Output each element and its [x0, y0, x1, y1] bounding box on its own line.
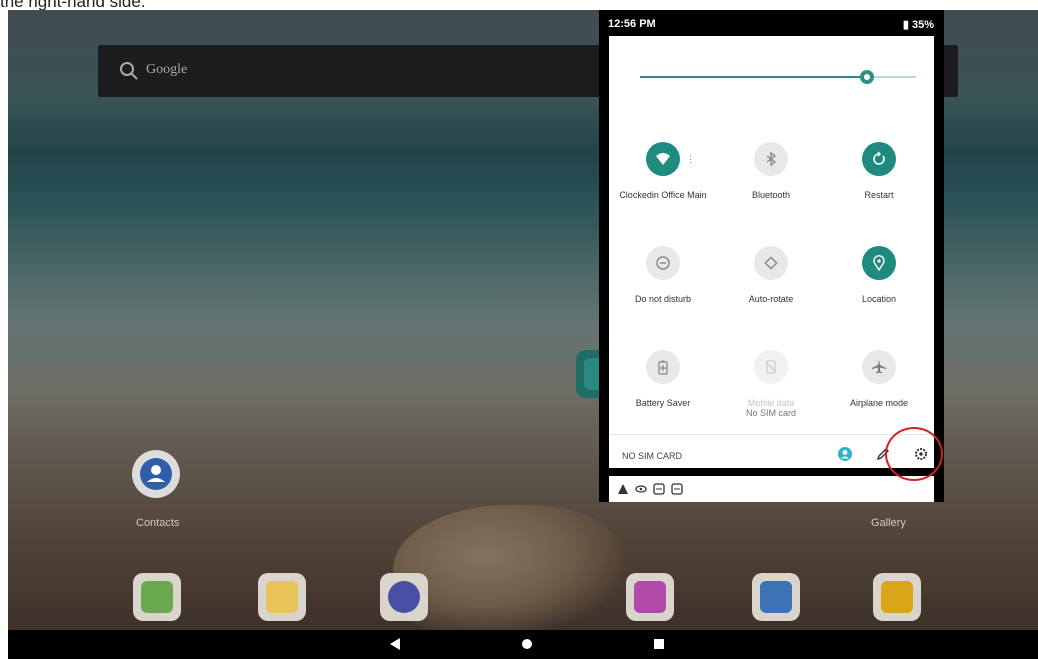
- footer-divider: [609, 434, 934, 435]
- app-icon-photos[interactable]: [752, 573, 800, 621]
- status-time: 12:56 PM: [608, 18, 656, 30]
- app-icon-email[interactable]: [258, 573, 306, 621]
- quick-settings-shade: 12:56 PM ▮ 35% ⋮ Clockedin Office Main B…: [599, 10, 944, 502]
- eye-icon: [635, 485, 647, 493]
- quick-settings-panel: ⋮ Clockedin Office Main Bluetooth Restar…: [609, 36, 934, 468]
- user-account-icon[interactable]: [837, 446, 853, 462]
- tile-mobile-data[interactable]: Mobile data No SIM card: [717, 350, 825, 460]
- tile-restart[interactable]: Restart: [825, 142, 933, 252]
- tile-location-label: Location: [861, 294, 897, 304]
- notification-app-icon: [653, 483, 665, 495]
- status-battery: ▮ 35%: [903, 18, 934, 31]
- tile-airplane-label: Airplane mode: [849, 398, 909, 408]
- tile-auto-rotate[interactable]: Auto-rotate: [717, 246, 825, 356]
- dnd-icon: [646, 246, 680, 280]
- brightness-slider-thumb[interactable]: [860, 70, 874, 84]
- search-placeholder: Google: [146, 62, 188, 77]
- app-icon-browser[interactable]: [380, 573, 428, 621]
- home-button[interactable]: [522, 639, 532, 649]
- app-icon-camera[interactable]: [873, 573, 921, 621]
- back-button[interactable]: [390, 638, 400, 650]
- bluetooth-icon: [754, 142, 788, 176]
- wifi-more-icon: ⋮: [686, 154, 695, 164]
- mobile-data-icon: [754, 350, 788, 384]
- tile-do-not-disturb[interactable]: Do not disturb: [609, 246, 717, 356]
- caption-text: the right-hand side.: [0, 0, 146, 11]
- contacts-label: Contacts: [136, 517, 180, 529]
- tile-bluetooth-label: Bluetooth: [751, 190, 791, 200]
- battery-saver-icon: [646, 350, 680, 384]
- rotate-icon: [754, 246, 788, 280]
- android-screen: Google Contacts Gallery 12:56 PM ▮ 35% ⋮…: [8, 10, 1038, 659]
- tile-auto-rotate-label: Auto-rotate: [748, 294, 794, 304]
- brightness-slider-fill: [640, 76, 870, 78]
- recents-button[interactable]: [654, 639, 664, 649]
- tile-battery-saver-label: Battery Saver: [635, 398, 691, 408]
- tile-wifi[interactable]: ⋮ Clockedin Office Main: [609, 142, 717, 252]
- tile-location[interactable]: Location: [825, 246, 933, 356]
- app-icon-messaging[interactable]: [133, 573, 181, 621]
- app-icon-contacts[interactable]: [132, 450, 180, 498]
- battery-icon: ▮: [902, 19, 909, 31]
- tile-wifi-label: Clockedin Office Main: [619, 190, 707, 200]
- gallery-label: Gallery: [871, 517, 906, 529]
- brightness-slider-track: [870, 76, 916, 78]
- tile-restart-label: Restart: [864, 190, 894, 200]
- location-icon: [862, 246, 896, 280]
- app-icon-music[interactable]: [626, 573, 674, 621]
- person-icon: [140, 458, 172, 490]
- navigation-bar: [8, 630, 1038, 659]
- tile-mobile-data-sublabel: No SIM card: [745, 408, 796, 418]
- no-sim-text: NO SIM CARD: [622, 451, 683, 461]
- notification-app-icon: [671, 483, 683, 495]
- warning-icon: [618, 484, 628, 494]
- search-icon: [120, 62, 138, 80]
- tile-battery-saver[interactable]: Battery Saver: [609, 350, 717, 460]
- tile-dnd-label: Do not disturb: [634, 294, 692, 304]
- notification-icons-row: [609, 476, 934, 502]
- highlight-circle-annotation: [885, 427, 943, 481]
- airplane-icon: [862, 350, 896, 384]
- battery-percent: 35%: [911, 19, 934, 31]
- restart-icon: [862, 142, 896, 176]
- status-bar: 12:56 PM ▮ 35%: [599, 10, 944, 36]
- wifi-icon: [646, 142, 680, 176]
- tile-bluetooth[interactable]: Bluetooth: [717, 142, 825, 252]
